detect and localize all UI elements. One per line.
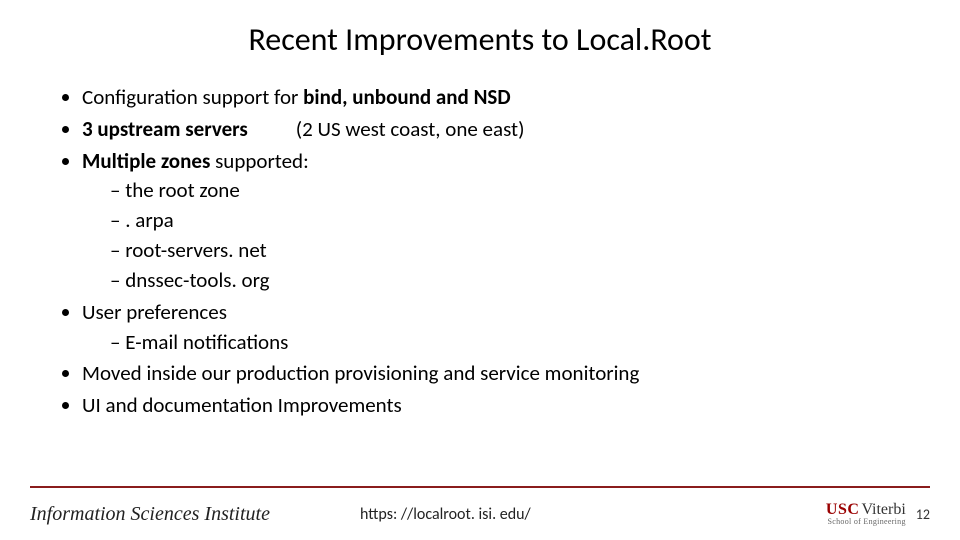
bullet-3-sublist: the root zone . arpa root-servers. net d…	[82, 176, 912, 295]
footer-right: USCViterbi School of Engineering 12	[826, 502, 930, 526]
bullet-2-suffix: (2 US west coast, one east)	[296, 116, 525, 142]
sub-item: dnssec-tools. org	[110, 266, 912, 296]
bullet-2-bold: 3 upstream servers	[82, 116, 248, 142]
bullet-4-sublist: E-mail notifications	[82, 328, 912, 358]
slide: Recent Improvements to Local.Root Config…	[0, 0, 960, 540]
logo-usc: USC	[826, 502, 860, 518]
footer-rule	[30, 486, 930, 488]
page-number: 12	[916, 506, 930, 523]
footer-institute: Information Sciences Institute	[30, 503, 270, 526]
bullet-3-suffix: supported:	[210, 148, 308, 174]
sub-item: root-servers. net	[110, 236, 912, 266]
bullet-3: Multiple zones supported: the root zone …	[82, 147, 912, 296]
bullet-1: Configuration support for bind, unbound …	[82, 83, 912, 113]
bullet-list: Configuration support for bind, unbound …	[48, 83, 912, 421]
bullet-1-prefix: Configuration support for	[82, 84, 303, 110]
sub-item: the root zone	[110, 176, 912, 206]
footer-url: https: //localroot. isi. edu/	[360, 505, 826, 524]
footer: Information Sciences Institute https: //…	[0, 486, 960, 526]
slide-title: Recent Improvements to Local.Root	[48, 20, 912, 59]
usc-viterbi-logo: USCViterbi School of Engineering	[826, 502, 906, 526]
bullet-1-bold: bind, unbound and NSD	[303, 84, 510, 110]
bullet-4-text: User preferences	[82, 299, 227, 325]
sub-item: E-mail notifications	[110, 328, 912, 358]
bullet-3-bold: Multiple zones	[82, 148, 210, 174]
bullet-2: 3 upstream servers (2 US west coast, one …	[82, 115, 912, 145]
sub-item: . arpa	[110, 206, 912, 236]
bullet-4: User preferences E-mail notifications	[82, 298, 912, 358]
bullet-5: Moved inside our production provisioning…	[82, 359, 912, 389]
logo-school: School of Engineering	[828, 518, 906, 526]
footer-row: Information Sciences Institute https: //…	[0, 502, 960, 526]
bullet-6: UI and documentation Improvements	[82, 391, 912, 421]
logo-viterbi: Viterbi	[861, 502, 905, 518]
